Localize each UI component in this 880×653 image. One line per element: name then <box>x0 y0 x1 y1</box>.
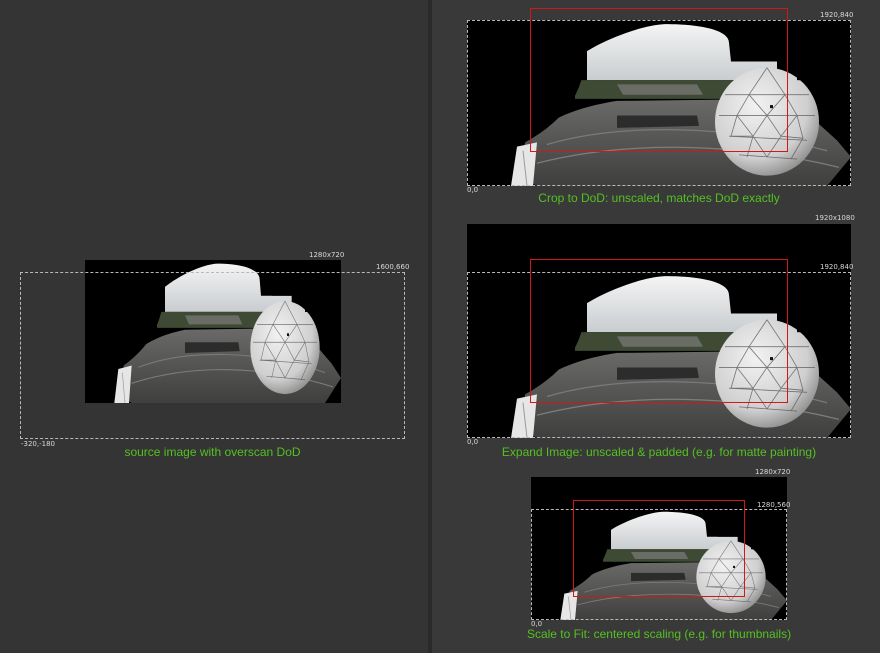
scale-panorama <box>531 509 787 620</box>
scale-caption: Scale to Fit: centered scaling (e.g. for… <box>526 627 792 641</box>
crop-panorama <box>467 20 851 186</box>
crop-image <box>467 20 851 186</box>
expand-caption: Expand Image: unscaled & padded (e.g. fo… <box>501 445 817 459</box>
expand-dod-top-right-label: 1920,840 <box>820 263 854 271</box>
expand-format-label: 1920x1080 <box>815 214 855 222</box>
scale-format-label: 1280x720 <box>755 468 791 476</box>
crop-caption: Crop to DoD: unscaled, matches DoD exact… <box>538 191 780 205</box>
expand-panorama <box>467 272 851 438</box>
source-format-label: 1280x720 <box>309 251 345 259</box>
scale-image <box>531 477 787 620</box>
scale-dod-top-right-label: 1280,560 <box>757 501 791 509</box>
source-caption: source image with overscan DoD <box>124 445 301 459</box>
expand-image <box>467 224 851 438</box>
crop-dod-top-right-label: 1920,840 <box>820 11 854 19</box>
source-dod-top-right-label: 1600,660 <box>376 263 410 271</box>
source-image <box>85 260 341 403</box>
source-panorama <box>85 260 341 403</box>
